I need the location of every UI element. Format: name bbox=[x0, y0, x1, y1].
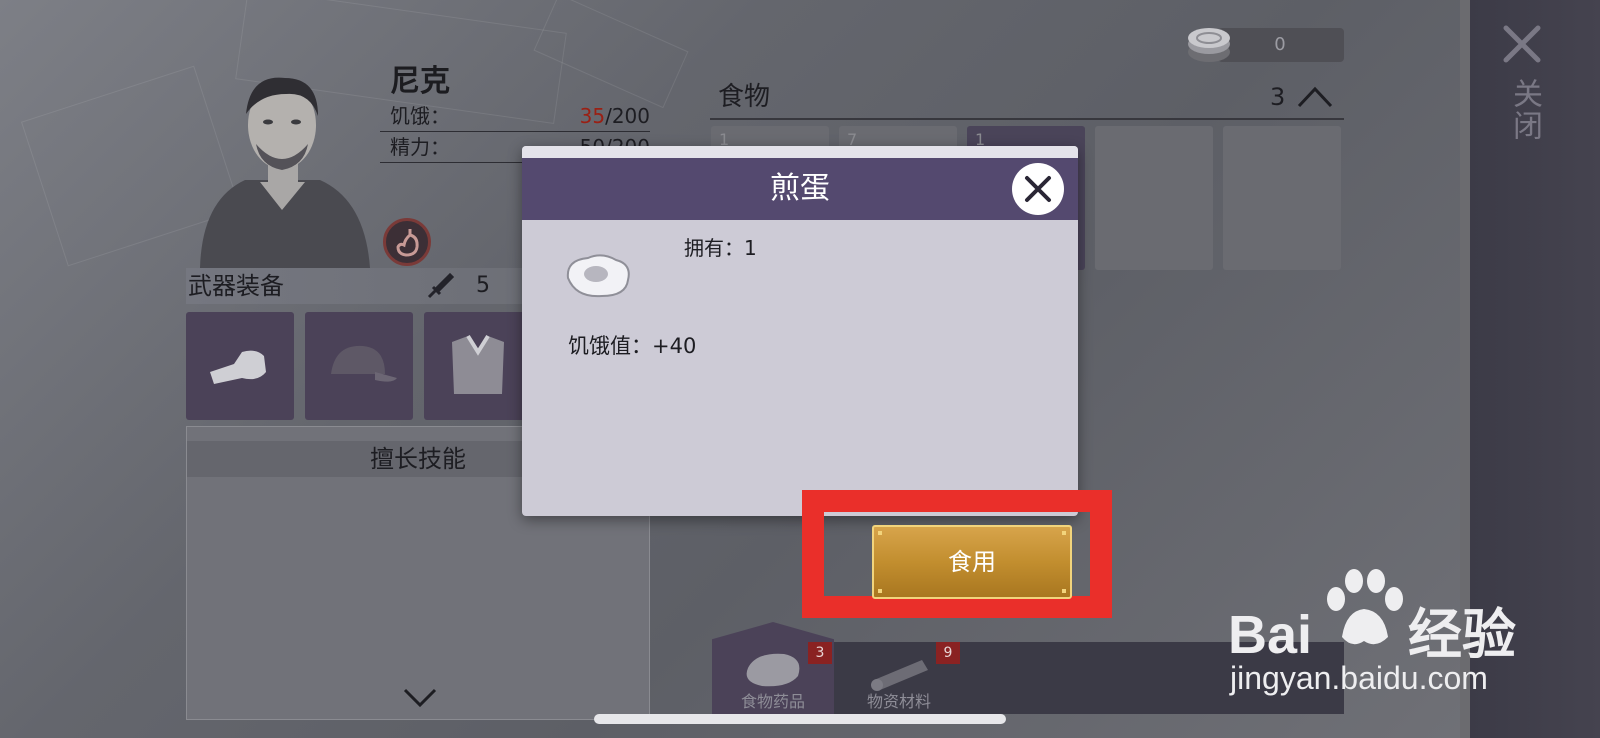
tab-badge: 3 bbox=[808, 642, 832, 664]
hunger-max: /200 bbox=[605, 104, 650, 128]
food-slot-empty[interactable] bbox=[1095, 126, 1213, 270]
dialog-close-button[interactable] bbox=[1012, 163, 1064, 215]
owned-count: 拥有：1 bbox=[684, 236, 757, 260]
character-portrait bbox=[190, 70, 375, 268]
eat-button[interactable]: 食用 bbox=[872, 525, 1072, 599]
tab-materials[interactable]: 物资材料 bbox=[838, 622, 960, 718]
close-icon[interactable] bbox=[1500, 22, 1544, 66]
food-divider bbox=[710, 118, 1344, 120]
chevron-down-icon[interactable] bbox=[402, 686, 438, 710]
equip-slot-body[interactable] bbox=[424, 312, 532, 420]
food-title: 食物 bbox=[718, 82, 771, 112]
tab-label: 食物药品 bbox=[740, 692, 805, 711]
hunger-effect: 饥饿值：+40 bbox=[568, 334, 697, 358]
button-rivet bbox=[878, 531, 882, 535]
close-icon bbox=[1025, 176, 1051, 202]
cap-icon bbox=[331, 345, 397, 382]
dialog-title: 煎蛋 bbox=[770, 171, 830, 206]
hunger-current: 35 bbox=[579, 104, 606, 128]
watermark-suffix: 经验 bbox=[1408, 605, 1517, 665]
eat-button-label: 食用 bbox=[948, 548, 996, 576]
stomach-button[interactable] bbox=[383, 218, 431, 266]
fist-icon bbox=[210, 350, 266, 384]
tab-badge: 9 bbox=[936, 642, 960, 664]
chevron-up-icon[interactable] bbox=[1296, 84, 1334, 110]
vest-icon bbox=[452, 334, 504, 394]
dialog-top-strip bbox=[522, 146, 1078, 158]
close-label[interactable]: 关闭 bbox=[1506, 78, 1542, 142]
fried-egg-icon bbox=[562, 250, 634, 302]
equipment-title: 武器装备 bbox=[188, 272, 284, 300]
hunger-label: 饥饿： bbox=[390, 104, 450, 128]
energy-label: 精力： bbox=[390, 135, 450, 159]
home-indicator[interactable] bbox=[594, 714, 1006, 724]
watermark-text: Bai bbox=[1228, 605, 1313, 665]
coin-icon bbox=[1185, 20, 1233, 68]
button-rivet bbox=[1062, 589, 1066, 593]
button-rivet bbox=[1062, 531, 1066, 535]
hunger-value: 35/200 bbox=[580, 101, 650, 131]
food-slot-empty[interactable] bbox=[1223, 126, 1341, 270]
watermark-url: jingyan.baidu.com bbox=[1230, 660, 1488, 696]
food-count: 3 bbox=[1270, 83, 1286, 111]
coin-value: 0 bbox=[1274, 34, 1286, 55]
character-name: 尼克 bbox=[390, 64, 450, 99]
sword-icon bbox=[424, 272, 455, 302]
hunger-stat: 饥饿： 35/200 bbox=[380, 101, 650, 132]
tab-food-medicine[interactable]: 食物药品 bbox=[712, 622, 834, 718]
equip-slot-head[interactable] bbox=[305, 312, 413, 420]
stomach-icon bbox=[396, 229, 419, 257]
equip-slot-weapon[interactable] bbox=[186, 312, 294, 420]
attack-value: 5 bbox=[476, 273, 490, 298]
paw-logo-icon bbox=[1316, 565, 1412, 653]
tab-label: 物资材料 bbox=[866, 692, 931, 711]
button-rivet bbox=[878, 589, 882, 593]
